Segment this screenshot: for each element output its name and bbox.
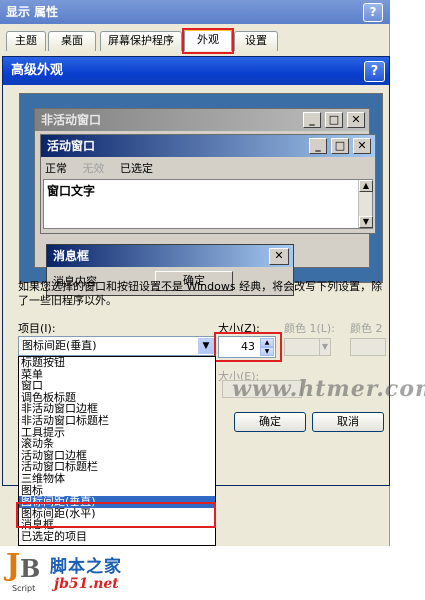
message-box-title: 消息框 <box>47 245 293 267</box>
menu-disabled[interactable]: 无效 <box>83 162 105 175</box>
close-icon: ✕ <box>347 112 365 128</box>
scroll-up-icon[interactable]: ▲ <box>359 180 373 192</box>
brand-name: 脚本之家 <box>50 557 122 577</box>
appearance-preview[interactable]: 非活动窗口 _ □ ✕ 活动窗口 _ □ ✕ 正常 无效 已选定 窗口文字 ▲ … <box>19 93 383 296</box>
color1-button[interactable] <box>284 338 320 356</box>
cancel-button[interactable]: 取消 <box>312 412 384 432</box>
color2-label: 颜色 2 <box>350 322 383 335</box>
dropdown-item[interactable]: 非活动窗口标题栏 <box>19 415 215 427</box>
ok-button[interactable]: 确定 <box>234 412 306 432</box>
tab-desktop[interactable]: 桌面 <box>48 31 96 51</box>
highlight-box <box>182 28 234 54</box>
chevron-down-icon[interactable]: ▼ <box>319 338 331 356</box>
dropdown-item[interactable]: 已选定的项目 <box>19 531 215 543</box>
menu-normal[interactable]: 正常 <box>45 162 67 175</box>
dropdown-item[interactable]: 滚动条 <box>19 438 215 450</box>
chevron-down-icon[interactable]: ▼ <box>198 338 214 354</box>
dropdown-item[interactable]: 菜单 <box>19 368 215 381</box>
maximize-icon: □ <box>325 112 343 128</box>
item-select[interactable]: 图标间距(垂直) ▼ <box>18 336 216 356</box>
close-icon: ✕ <box>269 248 289 265</box>
brand-url: jb51.net <box>54 576 119 592</box>
item-label: 项目(I): <box>18 322 56 335</box>
menu-selected[interactable]: 已选定 <box>120 162 153 175</box>
description-text: 如果您选择的窗口和按钮设置不是 Windows 经典，将会改写下列设置，除了一些… <box>18 280 383 307</box>
tab-settings[interactable]: 设置 <box>234 31 278 51</box>
window-text-label: 窗口文字 <box>47 184 96 198</box>
color1-label: 颜色 1(L): <box>284 322 335 335</box>
scrollbar[interactable]: ▲ ▼ <box>358 180 373 228</box>
close-icon: ✕ <box>353 138 371 154</box>
dialog-title: 显示 属性 <box>0 0 390 24</box>
minimize-icon: _ <box>303 112 321 128</box>
color2-button[interactable] <box>350 338 386 356</box>
menu-bar-preview: 正常 无效 已选定 <box>45 161 165 177</box>
item-select-value: 图标间距(垂直) <box>22 339 97 352</box>
maximize-icon: □ <box>331 138 349 154</box>
dialog-title: 高级外观 <box>3 57 389 85</box>
logo-script-text: Script <box>12 584 36 593</box>
tab-screensaver[interactable]: 屏幕保护程序 <box>100 31 182 51</box>
logo-b: B <box>20 554 41 583</box>
tab-themes[interactable]: 主题 <box>6 31 46 51</box>
help-button[interactable]: ? <box>364 61 385 82</box>
active-window-preview[interactable]: 活动窗口 _ □ ✕ 正常 无效 已选定 窗口文字 ▲ ▼ <box>40 134 376 234</box>
logo-j: J <box>6 548 21 583</box>
help-button[interactable]: ? <box>363 3 383 22</box>
dropdown-item[interactable]: 标题按钮 <box>19 357 215 369</box>
site-watermark: www.htmer.com <box>232 376 425 402</box>
dropdown-item[interactable]: 三维物体 <box>19 473 215 485</box>
highlight-box <box>214 332 282 362</box>
window-text-preview[interactable]: 窗口文字 ▲ ▼ <box>43 179 373 229</box>
highlight-box <box>16 502 216 528</box>
scroll-down-icon[interactable]: ▼ <box>359 216 373 228</box>
minimize-icon: _ <box>309 138 327 154</box>
